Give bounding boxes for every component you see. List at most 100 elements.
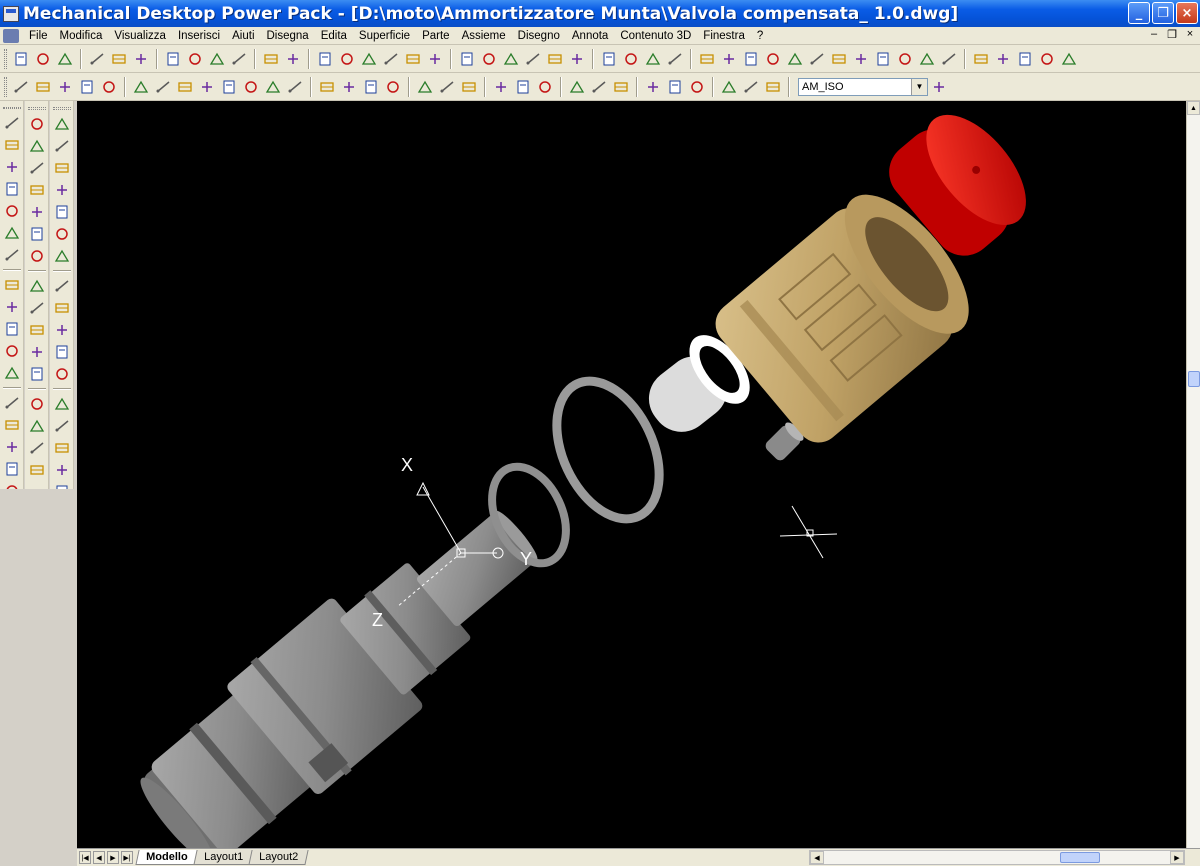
minimize-button[interactable]: _ <box>1128 2 1150 24</box>
circle-icon[interactable] <box>3 298 21 316</box>
prev-tab-button[interactable]: ◀ <box>93 851 105 864</box>
diameter-dim-icon[interactable] <box>514 78 532 96</box>
scroll-up-arrow-icon[interactable]: ▲ <box>1187 101 1200 115</box>
web-icon[interactable] <box>338 50 356 68</box>
dim-cross2-icon[interactable] <box>53 225 71 243</box>
snap-insert-icon[interactable] <box>53 395 71 413</box>
toolbar-grip[interactable] <box>52 107 71 110</box>
vertical-scroll-thumb[interactable] <box>1188 371 1200 387</box>
menu-assieme[interactable]: Assieme <box>456 30 512 42</box>
callout-icon[interactable] <box>78 78 96 96</box>
extend-icon[interactable] <box>28 365 46 383</box>
layer-red-icon[interactable] <box>994 50 1012 68</box>
paste-icon[interactable] <box>208 50 226 68</box>
dimstyle-icon[interactable] <box>930 78 948 96</box>
line-icon[interactable] <box>3 114 21 132</box>
copy-object-icon[interactable] <box>28 137 46 155</box>
node-icon[interactable] <box>53 417 71 435</box>
new-icon[interactable] <box>12 50 30 68</box>
designcenter-icon[interactable] <box>622 50 640 68</box>
vertical-scrollbar[interactable]: ▲ <box>1186 101 1200 848</box>
save-icon[interactable] <box>56 50 74 68</box>
continue-dim-icon[interactable] <box>590 78 608 96</box>
drawing-viewport[interactable]: X Y Z <box>77 101 1186 848</box>
offset-icon[interactable] <box>28 181 46 199</box>
revolve-icon[interactable] <box>852 50 870 68</box>
menu-disegna[interactable]: Disegna <box>261 30 315 42</box>
center-mark-icon[interactable] <box>688 78 706 96</box>
tab-layout2[interactable]: Layout2 <box>248 850 309 865</box>
ucs-icon[interactable] <box>458 50 476 68</box>
dim-line-icon[interactable] <box>53 115 71 133</box>
menu-edita[interactable]: Edita <box>315 30 353 42</box>
ellipse-arc-icon[interactable] <box>3 364 21 382</box>
section-g-icon[interactable] <box>264 78 282 96</box>
baseline-dim-icon[interactable] <box>568 78 586 96</box>
dim-cross-icon[interactable] <box>53 203 71 221</box>
tab-modello[interactable]: Modello <box>135 850 199 865</box>
zoom-window-icon[interactable] <box>546 50 564 68</box>
toolbar-grip[interactable] <box>4 76 7 97</box>
layer-redhat-icon[interactable] <box>1016 50 1034 68</box>
dim-angle-icon[interactable] <box>53 181 71 199</box>
menu-annota[interactable]: Annota <box>566 30 614 42</box>
point-icon[interactable] <box>3 438 21 456</box>
text-a-icon[interactable] <box>720 78 738 96</box>
properties-icon[interactable] <box>600 50 618 68</box>
first-tab-button[interactable]: |◀ <box>79 851 91 864</box>
scroll-right-arrow-icon[interactable]: ▶ <box>1170 851 1184 864</box>
hatch-icon[interactable] <box>3 460 21 478</box>
copy-icon[interactable] <box>186 50 204 68</box>
chain-dim-icon[interactable] <box>612 78 630 96</box>
undo-icon[interactable] <box>262 50 280 68</box>
gear-icon[interactable] <box>362 78 380 96</box>
help-icon[interactable] <box>644 50 662 68</box>
cut-icon[interactable] <box>164 50 182 68</box>
zoom-realtime-icon[interactable] <box>524 50 542 68</box>
lengthen-icon[interactable] <box>28 321 46 339</box>
part-icon[interactable] <box>698 50 716 68</box>
bom-icon[interactable] <box>34 78 52 96</box>
menu-aiuti[interactable]: Aiuti <box>226 30 260 42</box>
menu-superficie[interactable]: Superficie <box>353 30 416 42</box>
toolpalette-icon[interactable] <box>316 50 334 68</box>
dimension-icon[interactable] <box>808 50 826 68</box>
radius-dim-icon[interactable] <box>492 78 510 96</box>
app-window-icon[interactable] <box>3 5 19 22</box>
close-button[interactable]: × <box>1176 2 1198 24</box>
globe-icon[interactable] <box>360 50 378 68</box>
zoom-previous-icon[interactable] <box>568 50 586 68</box>
text-b-icon[interactable] <box>742 78 760 96</box>
sweep-icon[interactable] <box>874 50 892 68</box>
menu-contenuto-3d[interactable]: Contenuto 3D <box>614 30 697 42</box>
fillet-edit-icon[interactable] <box>28 439 46 457</box>
toolbar-grip[interactable] <box>4 48 7 69</box>
document-menu-icon[interactable] <box>3 28 19 43</box>
menu-modifica[interactable]: Modifica <box>54 30 109 42</box>
document-restore-button[interactable]: ❐ <box>1166 28 1178 41</box>
xline-icon[interactable] <box>3 158 21 176</box>
array-icon[interactable] <box>28 203 46 221</box>
layer-state-icon[interactable] <box>1038 50 1056 68</box>
ellipse-icon[interactable] <box>3 342 21 360</box>
circle-target-icon[interactable] <box>53 299 71 317</box>
break-icon[interactable] <box>28 395 46 413</box>
mirror-icon[interactable] <box>28 159 46 177</box>
open-icon[interactable] <box>34 50 52 68</box>
view-create-icon[interactable] <box>100 78 118 96</box>
lines-icon[interactable] <box>384 78 402 96</box>
constraint-icon[interactable] <box>786 50 804 68</box>
dim-corner-icon[interactable] <box>53 137 71 155</box>
layer-bar-icon[interactable] <box>972 50 990 68</box>
chevron-down-icon[interactable]: ▼ <box>911 78 927 95</box>
redo-icon[interactable] <box>284 50 302 68</box>
hole-icon[interactable] <box>918 50 936 68</box>
shaft-icon[interactable] <box>340 78 358 96</box>
title-bar[interactable]: Mechanical Desktop Power Pack - [D:\moto… <box>0 0 1200 27</box>
pan-icon[interactable] <box>404 50 422 68</box>
perpendicular-icon[interactable] <box>53 343 71 361</box>
menu-parte[interactable]: Parte <box>416 30 456 42</box>
section-f-icon[interactable] <box>242 78 260 96</box>
scroll-left-arrow-icon[interactable]: ◀ <box>810 851 824 864</box>
print-preview-icon[interactable] <box>110 50 128 68</box>
